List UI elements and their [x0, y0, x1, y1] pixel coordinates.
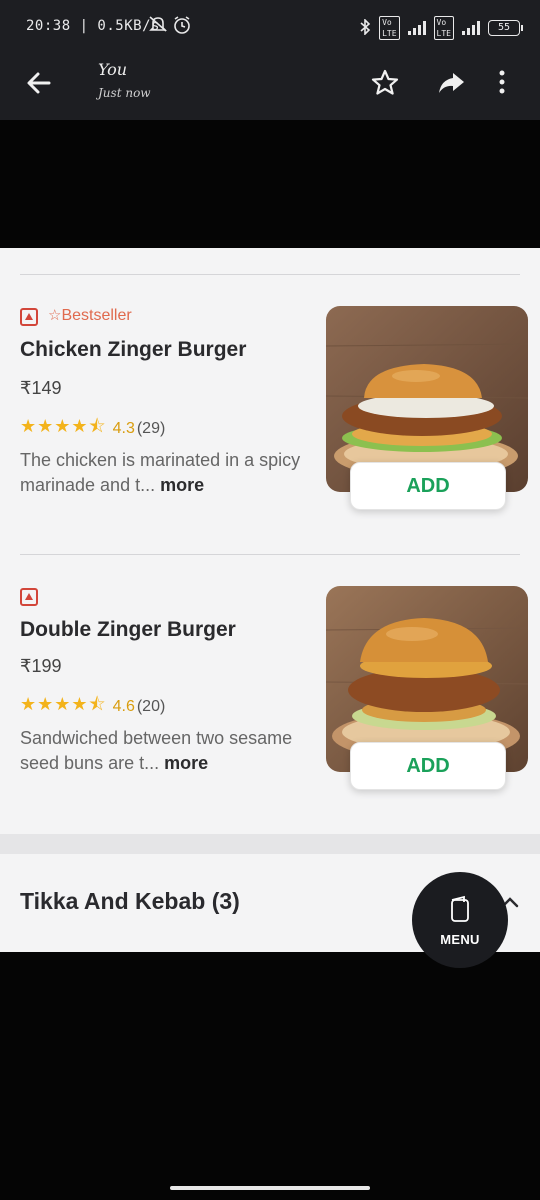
status-right-icons: Vo LTE Vo LTE 55 [359, 16, 523, 40]
menu-book-icon [449, 894, 471, 924]
image-backdrop-top [0, 120, 540, 248]
notifications-muted-icon [148, 15, 168, 37]
more-link[interactable]: more [160, 475, 204, 495]
item-price: ₹149 [20, 378, 62, 398]
section-title[interactable]: Tikka And Kebab (3) [20, 888, 240, 915]
volte-icon-2: Vo LTE [433, 16, 454, 40]
item-name: Chicken Zinger Burger [20, 338, 247, 361]
description-text: Sandwiched between two sesame seed buns … [20, 728, 293, 773]
divider [20, 274, 520, 275]
non-veg-icon [20, 308, 38, 326]
rating-stars-icon: ★★★★⯪ [20, 694, 107, 714]
forward-share-icon[interactable] [434, 66, 468, 100]
image-backdrop-bottom [0, 952, 540, 1200]
bestseller-badge: ☆Bestseller [48, 306, 132, 325]
rating-value: 4.3 [112, 420, 135, 437]
alarm-icon [172, 15, 192, 39]
item-rating: ★★★★⯪ 4.3 (29) [20, 414, 165, 444]
menu-item-double-zinger: Double Zinger Burger ₹199 ★★★★⯪ 4.6 (20)… [0, 578, 540, 828]
item-description: The chicken is marinated in a spicy mari… [20, 448, 310, 498]
viewer-top-bar: You Just now [0, 48, 540, 120]
menu-item-chicken-zinger: ☆Bestseller Chicken Zinger Burger ₹149 ★… [0, 298, 540, 548]
rating-count: (20) [136, 698, 166, 715]
item-rating: ★★★★⯪ 4.6 (20) [20, 692, 165, 722]
signal-icon-2 [462, 21, 480, 35]
battery-icon: 55 [488, 20, 523, 36]
bestseller-label: Bestseller [61, 307, 132, 324]
section-separator [0, 834, 540, 854]
add-button[interactable]: ADD [350, 462, 506, 510]
rating-stars-icon: ★★★★⯪ [20, 416, 107, 436]
rating-value: 4.6 [112, 698, 135, 715]
volte-icon: Vo LTE [379, 16, 400, 40]
non-veg-icon [20, 588, 38, 606]
shared-image-content[interactable]: ☆Bestseller Chicken Zinger Burger ₹149 ★… [0, 248, 540, 952]
status-bar: 20:38 | 0.5KB/s Vo LTE Vo LTE 55 [0, 0, 540, 48]
signal-icon [407, 21, 426, 35]
item-description: Sandwiched between two sesame seed buns … [20, 726, 310, 776]
status-time: 20:38 | 0.5KB/s [26, 18, 160, 34]
item-price: ₹199 [20, 656, 62, 676]
bestseller-star-icon: ☆ [48, 307, 62, 324]
more-options-icon[interactable] [492, 66, 512, 100]
add-button[interactable]: ADD [350, 742, 506, 790]
star-icon[interactable] [368, 66, 402, 100]
more-link[interactable]: more [164, 753, 208, 773]
item-name: Double Zinger Burger [20, 618, 236, 641]
sender-name: You [98, 60, 128, 79]
divider [20, 554, 520, 555]
menu-label: MENU [440, 932, 480, 947]
home-indicator[interactable] [170, 1186, 370, 1190]
menu-fab-button[interactable]: MENU [412, 872, 508, 968]
bluetooth-icon [359, 17, 371, 38]
sent-time: Just now [98, 86, 151, 100]
rating-count: (29) [136, 420, 166, 437]
back-arrow-icon[interactable] [22, 66, 56, 100]
